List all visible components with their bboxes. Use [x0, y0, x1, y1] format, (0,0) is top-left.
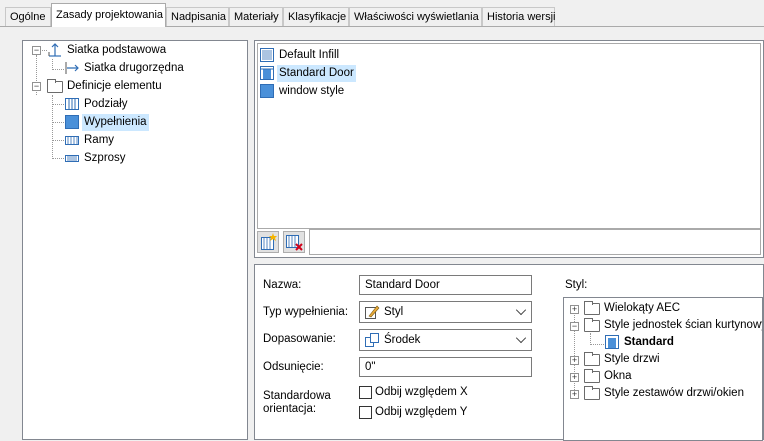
style-tree[interactable]: + Wielokąty AEC − Style jednostek ścian …	[563, 297, 763, 441]
folder-icon	[584, 352, 600, 366]
expand-toggle-icon[interactable]: +	[570, 305, 579, 314]
grid-primary-icon	[48, 43, 61, 57]
folder-icon	[584, 318, 600, 332]
tab-classifications[interactable]: Klasyfikacje	[283, 7, 349, 26]
name-field[interactable]: Standard Door	[359, 275, 532, 295]
expand-toggle-icon[interactable]: +	[570, 356, 579, 365]
name-label: Nazwa:	[263, 279, 302, 291]
delete-icon	[286, 235, 303, 251]
folder-icon	[584, 386, 600, 400]
flip-x-label[interactable]: Odbij względem X	[375, 386, 468, 398]
infill-icon	[65, 115, 79, 129]
infill-list-panel: Default Infill Standard Door window styl…	[254, 40, 764, 258]
infill-properties-panel: Nazwa: Standard Door Typ wypełnienia: St…	[254, 264, 764, 441]
tab-version-history[interactable]: Historia wersji	[482, 7, 555, 26]
infill-description-field[interactable]	[309, 229, 761, 255]
alignment-label: Dopasowanie:	[263, 333, 336, 345]
collapse-toggle-icon[interactable]: −	[570, 322, 579, 331]
orientation-label-line1: Standardowa	[263, 390, 331, 402]
alignment-select[interactable]: Środek	[359, 329, 532, 351]
tab-design-rules[interactable]: Zasady projektowania	[51, 3, 166, 27]
tree-label-grid-primary: Siatka podstawowa	[67, 44, 167, 56]
style-label: Styl:	[565, 279, 588, 291]
door-infill-icon	[260, 66, 274, 80]
element-tree[interactable]: − Siatka podstawowa Siatka drugorzędna −…	[22, 40, 248, 440]
chevron-down-icon	[515, 332, 527, 344]
folder-icon	[584, 301, 600, 315]
offset-field[interactable]: 0"	[359, 357, 532, 377]
grid-secondary-icon	[65, 62, 79, 74]
folder-icon	[584, 369, 600, 383]
expand-toggle-icon[interactable]: +	[570, 390, 579, 399]
style-brush-icon	[365, 305, 380, 319]
folder-icon	[47, 79, 63, 93]
tab-general[interactable]: Ogólne	[5, 7, 51, 26]
tree-label-infills: Wypełnienia	[82, 114, 149, 131]
division-icon	[65, 98, 79, 110]
orientation-label-line2: orientacja:	[263, 403, 317, 415]
flip-y-label[interactable]: Odbij względem Y	[375, 406, 467, 418]
tab-strip: Ogólne Zasady projektowania Nadpisania M…	[0, 0, 764, 28]
tree-label-element-definitions: Definicje elementu	[67, 80, 162, 92]
infill-list[interactable]: Default Infill Standard Door window styl…	[257, 43, 761, 229]
infill-style-icon	[260, 48, 274, 62]
add-infill-button[interactable]	[257, 231, 279, 253]
tree-label-mullions: Szprosy	[84, 152, 126, 164]
tab-materials[interactable]: Materiały	[229, 7, 283, 26]
infill-type-select[interactable]: Styl	[359, 301, 532, 323]
flip-x-checkbox[interactable]	[359, 386, 372, 399]
curtain-wall-unit-icon	[605, 335, 619, 349]
flip-y-checkbox[interactable]	[359, 406, 372, 419]
tab-overrides[interactable]: Nadpisania	[166, 7, 229, 26]
add-icon	[261, 233, 277, 250]
alignment-icon	[365, 333, 379, 347]
offset-label: Odsunięcie:	[263, 361, 324, 373]
tab-display-properties[interactable]: Właściwości wyświetlania	[349, 7, 482, 26]
chevron-down-icon	[515, 304, 527, 316]
collapse-toggle-icon[interactable]: −	[32, 46, 41, 55]
collapse-toggle-icon[interactable]: −	[32, 82, 41, 91]
tree-label-grid-secondary: Siatka drugorzędna	[84, 62, 184, 74]
frame-icon	[65, 136, 79, 145]
window-infill-icon	[260, 84, 274, 98]
tree-label-divisions: Podziały	[84, 98, 128, 110]
mullion-icon	[65, 155, 79, 162]
expand-toggle-icon[interactable]: +	[570, 373, 579, 382]
delete-infill-button[interactable]	[283, 231, 305, 253]
tree-label-frames: Ramy	[84, 134, 115, 146]
infill-type-label: Typ wypełnienia:	[263, 306, 349, 318]
